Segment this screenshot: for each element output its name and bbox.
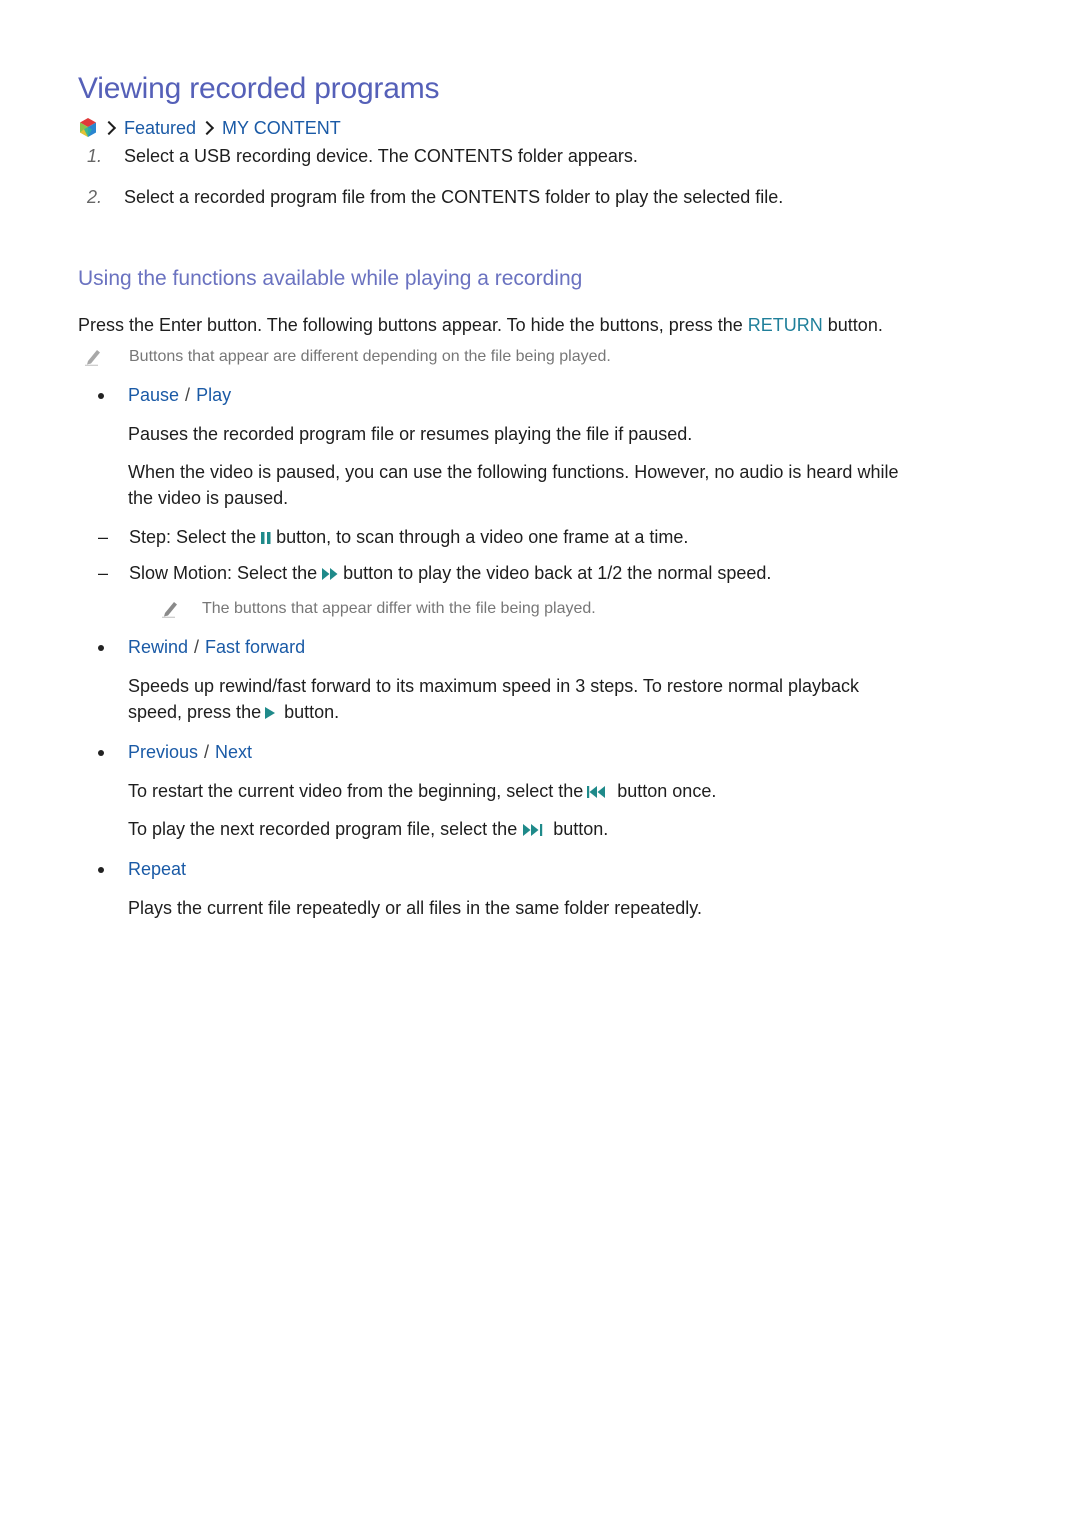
chevron-right-icon	[101, 120, 117, 136]
note-text: The buttons that appear differ with the …	[202, 600, 596, 617]
repeat-link[interactable]: Repeat	[128, 859, 186, 880]
sub-note: The buttons that appear differ with the …	[161, 600, 596, 618]
separator: /	[204, 742, 210, 762]
skip-next-icon	[523, 824, 543, 837]
desc-line: speed, press the button.	[128, 699, 859, 725]
bullet-dot	[98, 392, 104, 399]
sub-term: Slow Motion	[129, 563, 228, 583]
skip-previous-icon	[587, 786, 606, 799]
play-link[interactable]: Play	[196, 385, 231, 406]
bullet-prev-next: Previous / Next	[98, 742, 252, 763]
pencil-note-icon	[162, 602, 177, 618]
sub-text: button to play the video back at 1/2 the…	[343, 563, 772, 583]
step-item: 2. Select a recorded program file from t…	[78, 187, 783, 208]
pause-icon	[261, 531, 271, 544]
sub-text: : Select the	[166, 527, 257, 547]
repeat-desc: Plays the current file repeatedly or all…	[128, 898, 702, 918]
pause-play-desc: Pauses the recorded program file or resu…	[128, 424, 693, 444]
page-title: Viewing recorded programs	[78, 72, 440, 105]
section-title: Using the functions available while play…	[78, 267, 583, 290]
breadcrumb-my-content[interactable]: MY CONTENT	[222, 118, 341, 139]
bullet-repeat: Repeat	[98, 859, 186, 880]
bullet-rewind-ff: Rewind / Fast forward	[98, 637, 305, 658]
bullet-dot	[98, 644, 104, 651]
desc-text: button.	[548, 819, 609, 839]
pencil-note-icon	[85, 350, 100, 366]
rewind-link[interactable]: Rewind	[128, 637, 188, 658]
fast-forward-link[interactable]: Fast forward	[205, 637, 305, 658]
dash: –	[98, 527, 109, 547]
note: Buttons that appear are different depend…	[84, 348, 611, 366]
return-key-label: RETURN	[747, 315, 823, 335]
sub-text: : Select the	[227, 563, 318, 583]
pause-play-desc-2: When the video is paused, you can use th…	[128, 459, 898, 511]
step-number: 1.	[87, 146, 103, 166]
desc-line: Speeds up rewind/fast forward to its max…	[128, 676, 860, 696]
next-link[interactable]: Next	[215, 742, 252, 763]
desc-text: To play the next recorded program file, …	[128, 819, 523, 839]
bullet-pause-play: Pause / Play	[98, 385, 231, 406]
desc-text: To restart the current video from the be…	[128, 781, 589, 801]
desc-text: button once.	[612, 781, 717, 801]
smart-hub-icon	[80, 118, 96, 137]
breadcrumb-featured[interactable]: Featured	[124, 118, 196, 139]
desc-line: When the video is paused, you can use th…	[128, 462, 899, 482]
step-number: 2.	[87, 187, 103, 207]
next-desc: To play the next recorded program file, …	[128, 816, 608, 842]
fast-forward-icon	[322, 567, 338, 580]
prev-desc: To restart the current video from the be…	[128, 778, 716, 804]
intro-text: Press the Enter button. The following bu…	[78, 315, 748, 335]
bullet-dot	[98, 749, 104, 756]
sub-item-step: – Step: Select the button, to scan throu…	[98, 527, 688, 548]
breadcrumb: Featured MY CONTENT	[78, 117, 341, 139]
step-text: Select a USB recording device. The CONTE…	[124, 146, 638, 166]
section-intro: Press the Enter button. The following bu…	[78, 312, 883, 338]
previous-link[interactable]: Previous	[128, 742, 198, 763]
step-item: 1. Select a USB recording device. The CO…	[78, 146, 638, 167]
desc-line: the video is paused.	[128, 488, 289, 508]
pause-link[interactable]: Pause	[128, 385, 179, 406]
desc-text: button.	[279, 702, 340, 722]
chevron-right-icon	[199, 120, 215, 136]
play-icon	[265, 707, 276, 720]
dash: –	[98, 563, 109, 583]
separator: /	[185, 385, 191, 405]
step-text: Select a recorded program file from the …	[124, 187, 784, 207]
rewind-ff-desc: Speeds up rewind/fast forward to its max…	[128, 673, 859, 725]
sub-text: button, to scan through a video one fram…	[276, 527, 689, 547]
intro-text-end: button.	[822, 315, 883, 335]
sub-item-slow-motion: – Slow Motion: Select the button to play…	[98, 563, 771, 584]
desc-text: speed, press the	[128, 702, 267, 722]
separator: /	[194, 637, 200, 657]
sub-term: Step	[129, 527, 167, 547]
note-text: Buttons that appear are different depend…	[129, 348, 611, 365]
bullet-dot	[98, 866, 104, 873]
